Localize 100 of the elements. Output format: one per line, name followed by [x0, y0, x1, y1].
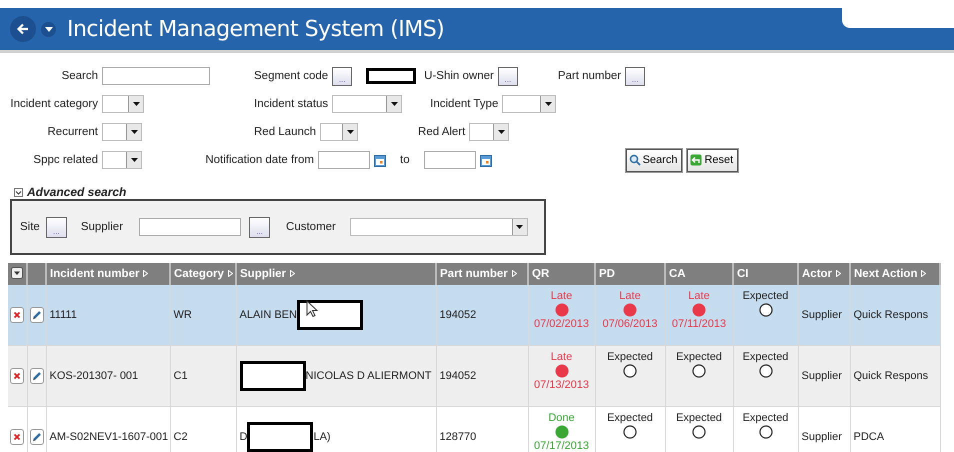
select-field[interactable]	[502, 95, 556, 113]
table-cell: LA)	[313, 430, 331, 443]
date-field[interactable]	[424, 151, 476, 169]
sort-icon[interactable]	[290, 270, 296, 277]
sort-icon[interactable]	[143, 270, 148, 277]
lookup-button[interactable]: ...	[249, 216, 270, 238]
status-text: Expected	[742, 411, 790, 425]
column-header[interactable]: Next Action	[850, 263, 940, 285]
sort-icon[interactable]	[836, 270, 842, 277]
sort-icon[interactable]	[512, 270, 517, 277]
caret-icon	[516, 225, 524, 229]
table-cell: KOS-201307- 001	[50, 370, 138, 382]
status-text: Expected	[742, 289, 790, 303]
back-arrow-icon	[16, 22, 30, 36]
calendar-icon[interactable]	[480, 154, 492, 166]
empty-circle-icon	[758, 303, 772, 317]
empty-circle-icon	[692, 425, 706, 439]
empty-circle-icon	[692, 364, 706, 378]
empty-circle-icon	[758, 425, 772, 439]
select-field[interactable]	[469, 123, 510, 141]
back-button[interactable]	[10, 16, 36, 42]
select-field[interactable]	[320, 123, 358, 141]
field-label: Segment code	[254, 70, 328, 82]
field-label: Notification date from	[204, 154, 314, 166]
reset-button[interactable]: Reset	[687, 148, 738, 172]
lookup-button[interactable]: ...	[625, 66, 646, 86]
calendar-icon[interactable]	[374, 154, 386, 166]
selected-row[interactable]: 11111 WR ALAIN BEN 194052 Late 07/02/2013 Late 07/06/2013 Late 07/11/2013 Expected Supplier Quick Respons	[8, 285, 940, 346]
caret-icon	[132, 102, 140, 106]
empty-circle-icon	[623, 425, 637, 439]
table-row[interactable]: AM-S02NEV1-1607-001 C2 D LA) 128770 Done 07/17/2013 Expected Expected Expected Supplier PDCA	[8, 406, 940, 452]
edit-button[interactable]	[30, 429, 44, 445]
lookup-button[interactable]: ...	[46, 216, 67, 238]
menu-icon[interactable]	[11, 266, 23, 278]
table-cell: NICOLAS D ALIERMONT	[306, 370, 432, 382]
field-label: U-Shin owner	[424, 70, 494, 82]
close-icon	[13, 372, 21, 380]
status-text: Late	[550, 350, 574, 364]
lookup-button[interactable]: ...	[332, 66, 352, 86]
collapse-icon[interactable]	[14, 188, 23, 196]
table-cell: ALAIN BEN	[240, 308, 297, 321]
column-header[interactable]: Incident number	[46, 263, 170, 285]
table-cell: D	[240, 430, 248, 443]
caret-icon	[346, 130, 354, 134]
field-label: Site	[20, 221, 40, 233]
select-field[interactable]	[332, 95, 402, 113]
date-field[interactable]	[318, 151, 370, 169]
delete-button[interactable]	[10, 368, 24, 384]
status-text: Late	[618, 289, 642, 303]
field-label: Part number	[558, 70, 622, 82]
delete-button[interactable]	[10, 307, 24, 323]
column-header[interactable]: PD	[595, 263, 665, 285]
select-field[interactable]	[102, 151, 142, 169]
table-row[interactable]: KOS-201307- 001 C1 NICOLAS D ALIERMONT 194052 Late 07/13/2013 Expected Expected Expected Supplier Quick Respons	[8, 346, 940, 406]
column-header[interactable]: CI	[733, 263, 798, 285]
redaction-box	[240, 361, 306, 391]
search-field[interactable]	[102, 67, 210, 85]
table-cell: 194052	[440, 309, 476, 321]
select-field[interactable]	[102, 95, 144, 113]
sort-icon[interactable]	[228, 270, 233, 277]
caret-icon	[130, 158, 138, 162]
table-cell: C1	[174, 370, 188, 382]
sort-icon[interactable]	[921, 270, 926, 277]
window-title: Incident Management System (IMS)	[67, 16, 444, 42]
field-label: Incident status	[254, 98, 328, 110]
status-date: 07/06/2013	[601, 317, 659, 331]
field-label: to	[400, 154, 410, 166]
close-icon	[13, 433, 21, 441]
table-cell: Supplier	[802, 431, 842, 443]
status-text: Expected	[606, 411, 654, 425]
column-header[interactable]: Supplier	[236, 263, 436, 285]
status-date: 07/02/2013	[532, 317, 590, 331]
table-cell: 194052	[440, 370, 476, 382]
caret-icon	[130, 130, 138, 134]
column-header[interactable]: Part number	[436, 263, 528, 285]
edit-button[interactable]	[30, 307, 44, 323]
field-label: Red Launch	[254, 126, 316, 138]
status-date: 07/11/2013	[670, 317, 728, 331]
caret-icon	[544, 102, 552, 106]
select-field[interactable]	[102, 123, 142, 141]
column-header[interactable]: QR	[528, 263, 595, 285]
status-text: Late	[687, 289, 711, 303]
edit-button[interactable]	[30, 368, 44, 384]
lookup-button[interactable]: ...	[498, 66, 518, 86]
column-header[interactable]: Category	[170, 263, 236, 285]
supplier-field[interactable]	[139, 218, 242, 236]
delete-button[interactable]	[10, 429, 24, 445]
status-text: Expected	[675, 350, 723, 364]
table-cell: Supplier	[802, 309, 842, 321]
empty-circle-icon	[623, 364, 637, 378]
redaction-box	[296, 300, 363, 330]
field-label: Recurrent	[46, 126, 98, 138]
field-label: Incident Type	[430, 98, 498, 110]
pencil-icon	[32, 432, 42, 442]
search-button[interactable]: Search	[626, 148, 682, 172]
table-cell: 11111	[50, 309, 77, 321]
column-header[interactable]: Actor	[798, 263, 850, 285]
dropdown-button[interactable]	[41, 22, 56, 36]
column-header[interactable]: CA	[665, 263, 733, 285]
pencil-icon	[32, 371, 42, 381]
